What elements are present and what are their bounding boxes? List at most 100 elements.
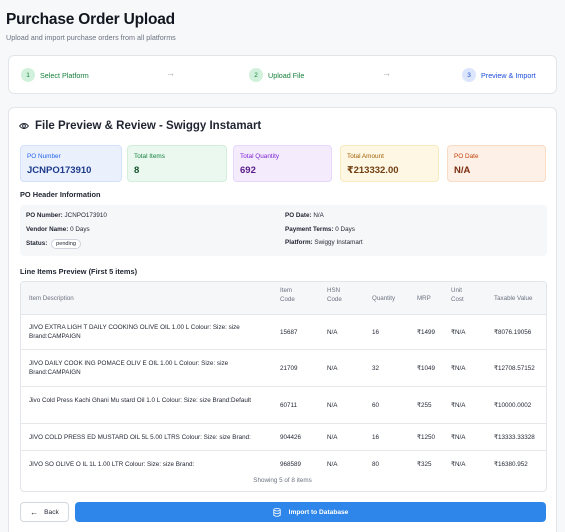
col-hsn-code: HSN Code — [327, 287, 342, 303]
status-label: Status: — [26, 240, 48, 247]
cell-description: JIVO SO OLIVE O IL 1L 1.00 LTR Colour: S… — [29, 461, 195, 468]
status-field: Status: pending — [26, 239, 82, 249]
cell-description: JIVO COLD PRESS ED MUSTARD OIL 5L 5.00 L… — [29, 434, 251, 441]
cell-quantity: 60 — [372, 402, 380, 409]
preview-card: File Preview & Review - Swiggy Instamart… — [8, 107, 557, 532]
stepper: 1 Select Platform → 2 Upload File → 3 Pr… — [8, 55, 557, 94]
po-number-field: PO Number: JCNPO173910 — [26, 212, 107, 219]
arrow-right-icon: → — [382, 68, 391, 78]
platform-field: Platform: Swiggy Instamart — [285, 239, 363, 246]
cell-taxable-value: ₹8076.19056 — [494, 329, 532, 336]
stat-label: Total Quantity — [240, 153, 280, 160]
po-date-value: N/A — [313, 212, 324, 219]
cell-unit-cost: ₹N/A — [451, 434, 466, 441]
cell-quantity: 16 — [372, 434, 380, 441]
step-number: 3 — [462, 68, 476, 82]
cell-mrp: ₹1250 — [417, 434, 436, 441]
step-label: Preview & Import — [481, 70, 536, 80]
cell-item-code: 15687 — [280, 329, 298, 336]
cell-unit-cost: ₹N/A — [451, 329, 466, 336]
cell-description: JIVO EXTRA LIGH T DAILY COOKING OLIVE OI… — [29, 324, 240, 340]
cell-taxable-value: ₹12708.57152 — [494, 365, 535, 372]
vendor-name-value: 0 Days — [70, 226, 90, 233]
cell-mrp: ₹325 — [417, 461, 432, 468]
stat-value: N/A — [454, 165, 471, 176]
cell-taxable-value: ₹10000.0002 — [494, 402, 532, 409]
col-mrp: MRP — [417, 295, 431, 302]
vendor-name-field: Vendor Name: 0 Days — [26, 226, 90, 233]
cell-hsn: N/A — [327, 402, 338, 409]
cell-description: Jivo Cold Press Kachi Ghani Mu stard Oil… — [29, 397, 252, 404]
cell-taxable-value: ₹16380.952 — [494, 461, 528, 468]
step-label: Upload File — [268, 70, 305, 80]
cell-mrp: ₹255 — [417, 402, 432, 409]
stat-label: Total Amount — [347, 153, 384, 160]
import-button-label: Import to Database — [288, 508, 349, 516]
step-number: 2 — [249, 68, 263, 82]
cell-item-code: 21709 — [280, 365, 298, 372]
col-taxable-value: Taxable Value — [494, 295, 533, 302]
po-header-info: PO Number: JCNPO173910 Vendor Name: 0 Da… — [20, 205, 547, 256]
table-row: JIVO DAILY COOK ING POMACE OLIV E OIL 1.… — [21, 350, 546, 387]
cell-quantity: 80 — [372, 461, 380, 468]
step-select-platform[interactable]: 1 Select Platform — [21, 68, 89, 82]
table-header: Item Description Item Code HSN Code Quan… — [21, 282, 546, 315]
po-date-field: PO Date: N/A — [285, 212, 324, 219]
table-row: JIVO COLD PRESS ED MUSTARD OIL 5L 5.00 L… — [21, 424, 546, 451]
step-preview-import[interactable]: 3 Preview & Import — [462, 68, 536, 82]
import-to-database-button[interactable]: Import to Database — [75, 502, 546, 522]
payment-terms-field: Payment Terms: 0 Days — [285, 226, 355, 233]
cell-quantity: 16 — [372, 329, 380, 336]
payment-terms-label: Payment Terms: — [285, 226, 334, 233]
stat-label: Total Items — [134, 153, 165, 160]
page-title: Purchase Order Upload — [6, 11, 175, 28]
cell-quantity: 32 — [372, 365, 380, 372]
stat-value: 692 — [240, 165, 256, 176]
cell-item-code: 60711 — [280, 402, 298, 409]
po-date-label: PO Date: — [285, 212, 312, 219]
line-items-section-title: Line Items Preview (First 5 items) — [20, 267, 138, 276]
cell-hsn: N/A — [327, 365, 338, 372]
stat-value: ₹213332.00 — [347, 165, 399, 176]
table-row: Jivo Cold Press Kachi Ghani Mu stard Oil… — [21, 387, 546, 424]
cell-hsn: N/A — [327, 434, 338, 441]
stat-label: PO Number — [27, 153, 61, 160]
col-unit-cost: Unit Cost — [451, 287, 464, 303]
cell-unit-cost: ₹N/A — [451, 402, 466, 409]
vendor-name-label: Vendor Name: — [26, 226, 69, 233]
stat-value: 8 — [134, 165, 140, 176]
preview-title-row: File Preview & Review - Swiggy Instamart — [19, 120, 261, 132]
stat-total-quantity: Total Quantity 692 — [233, 145, 332, 182]
table-row: JIVO EXTRA LIGH T DAILY COOKING OLIVE OI… — [21, 315, 546, 350]
cell-unit-cost: ₹N/A — [451, 365, 466, 372]
stat-po-number: PO Number JCNPO173910 — [20, 145, 122, 182]
col-quantity: Quantity — [372, 295, 396, 302]
cell-hsn: N/A — [327, 329, 338, 336]
step-upload-file[interactable]: 2 Upload File — [249, 68, 304, 82]
payment-terms-value: 0 Days — [335, 226, 355, 233]
back-button-label: Back — [44, 508, 59, 516]
stat-total-amount: Total Amount ₹213332.00 — [340, 145, 439, 182]
arrow-left-icon: ← — [30, 507, 39, 517]
stat-po-date: PO Date N/A — [447, 145, 546, 182]
platform-label: Platform: — [285, 239, 313, 246]
cell-item-code: 968589 — [280, 461, 302, 468]
back-button[interactable]: ← Back — [20, 502, 69, 522]
po-number-value: JCNPO173910 — [64, 212, 107, 219]
preview-title: File Preview & Review - Swiggy Instamart — [35, 120, 262, 132]
cell-item-code: 904426 — [280, 434, 302, 441]
cell-description: JIVO DAILY COOK ING POMACE OLIV E OIL 1.… — [29, 360, 229, 376]
showing-count: Showing 5 of 8 items — [253, 477, 312, 484]
cell-mrp: ₹1049 — [417, 365, 436, 372]
cell-hsn: N/A — [327, 461, 338, 468]
stat-value: JCNPO173910 — [27, 165, 92, 176]
page-subtitle: Upload and import purchase orders from a… — [6, 33, 176, 42]
col-item-description: Item Description — [29, 295, 74, 302]
table-row: JIVO SO OLIVE O IL 1L 1.00 LTR Colour: S… — [21, 451, 546, 477]
stat-total-items: Total Items 8 — [127, 145, 227, 182]
cell-unit-cost: ₹N/A — [451, 461, 466, 468]
cell-mrp: ₹1499 — [417, 329, 436, 336]
cell-taxable-value: ₹13333.33328 — [494, 434, 535, 441]
purchase-order-upload-page: Purchase Order Upload Upload and import … — [0, 0, 565, 532]
platform-value: Swiggy Instamart — [314, 239, 363, 246]
